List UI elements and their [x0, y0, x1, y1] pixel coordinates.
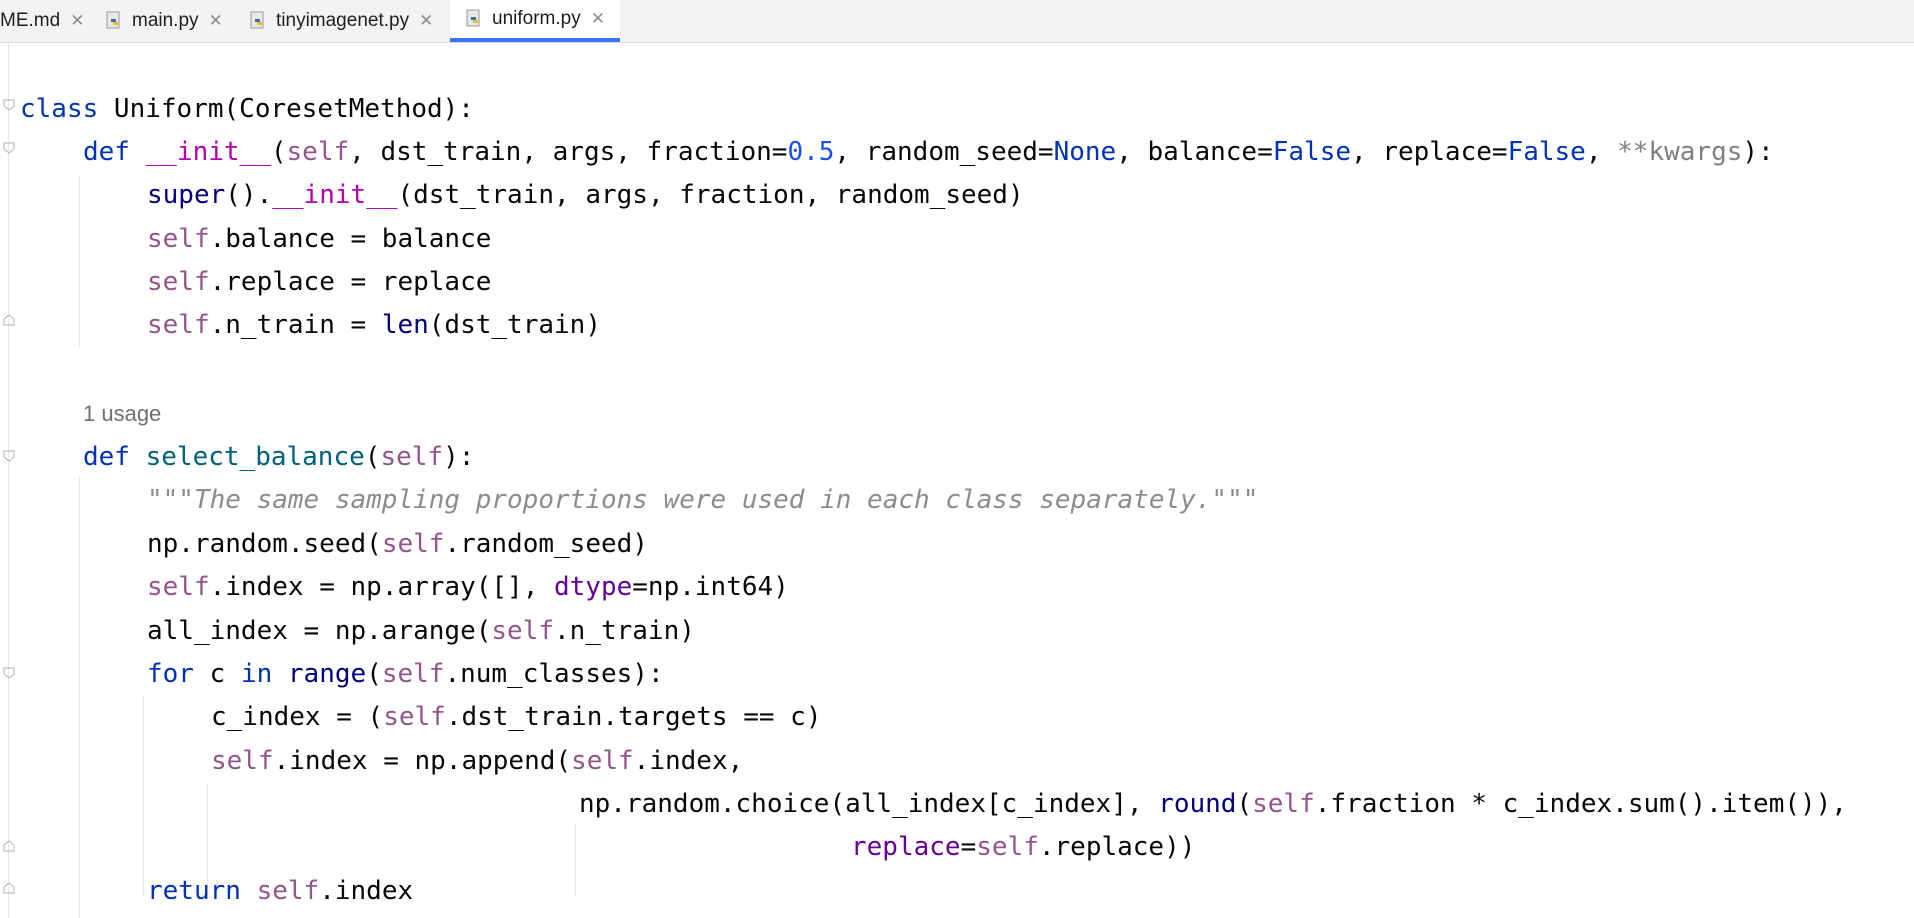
code-line: """The same sampling proportions were us…: [147, 485, 1259, 515]
code-line: c_index = (self.dst_train.targets == c): [211, 702, 822, 732]
code-line: def select_balance(self):: [83, 442, 475, 472]
code-line: self.replace = replace: [147, 267, 492, 297]
python-file-icon: [248, 11, 268, 31]
tab-readme[interactable]: ME.md ✕: [0, 0, 84, 42]
tab-label: uniform.py: [492, 8, 581, 29]
tab-main-py[interactable]: main.py ✕: [104, 0, 224, 42]
code-line: def __init__(self, dst_train, args, frac…: [83, 137, 1774, 167]
indent-guide: [79, 177, 80, 347]
fold-icon[interactable]: [2, 449, 16, 463]
fold-end-icon[interactable]: [2, 839, 16, 853]
tab-label: main.py: [132, 10, 199, 31]
editor-tab-bar: ME.md ✕ main.py ✕ tinyimagenet.py ✕ unif…: [0, 0, 1914, 43]
code-line: self.balance = balance: [147, 224, 492, 254]
close-icon[interactable]: ✕: [419, 11, 433, 31]
gutter: [8, 43, 9, 918]
fold-icon[interactable]: [2, 141, 16, 155]
code-line: return self.index: [147, 876, 414, 906]
indent-guide: [79, 477, 80, 918]
fold-end-icon[interactable]: [2, 881, 16, 895]
python-file-icon: [464, 9, 484, 29]
tab-tinyimagenet-py[interactable]: tinyimagenet.py ✕: [248, 0, 444, 42]
python-file-icon: [104, 11, 124, 31]
indent-guide: [575, 825, 576, 897]
code-line: np.random.seed(self.random_seed): [147, 529, 648, 559]
code-line: all_index = np.arange(self.n_train): [147, 616, 695, 646]
fold-icon[interactable]: [2, 98, 16, 112]
code-line: super().__init__(dst_train, args, fracti…: [147, 180, 1024, 210]
code-editor[interactable]: class Uniform(CoresetMethod): def __init…: [0, 43, 1914, 918]
close-icon[interactable]: ✕: [70, 11, 84, 31]
fold-end-icon[interactable]: [2, 313, 16, 327]
code-line: self.index = np.append(self.index,: [211, 746, 744, 776]
tab-uniform-py[interactable]: uniform.py ✕: [450, 0, 620, 42]
code-line: self.n_train = len(dst_train): [147, 310, 601, 340]
code-line: self.index = np.array([], dtype=np.int64…: [147, 572, 789, 602]
fold-icon[interactable]: [2, 666, 16, 680]
close-icon[interactable]: ✕: [591, 9, 605, 29]
code-line: replace=self.replace)): [851, 832, 1196, 862]
tab-label: tinyimagenet.py: [276, 10, 410, 31]
usage-hint[interactable]: 1 usage: [83, 396, 161, 432]
close-icon[interactable]: ✕: [209, 11, 223, 31]
code-line: class Uniform(CoresetMethod):: [20, 94, 474, 124]
indent-guide: [143, 697, 144, 897]
tab-label: ME.md: [0, 10, 61, 31]
code-line: np.random.choice(all_index[c_index], rou…: [579, 789, 1847, 819]
code-line: for c in range(self.num_classes):: [147, 659, 664, 689]
